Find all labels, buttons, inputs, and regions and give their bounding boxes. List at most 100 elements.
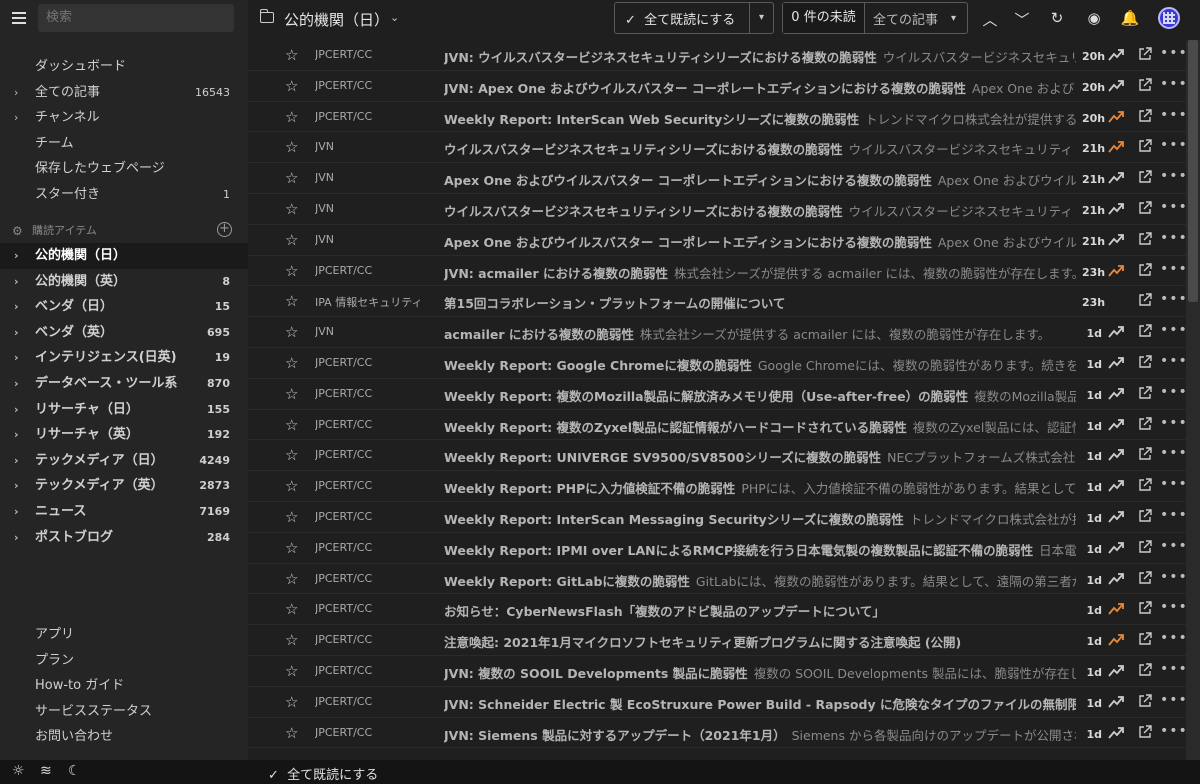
external-link-icon[interactable] [1138,47,1152,61]
sidebar-item[interactable]: › テックメディア（日） 4249 [0,448,248,474]
chevron-up-icon[interactable]: ︿ [980,9,1000,30]
trending-icon[interactable] [1108,664,1124,678]
sidebar-item[interactable]: › チャンネル [0,105,248,131]
external-link-icon[interactable] [1138,694,1152,708]
star-icon[interactable]: ☆ [285,693,298,711]
chevron-right-icon[interactable]: › [14,473,19,499]
more-icon[interactable]: ••• [1160,507,1186,523]
more-icon[interactable]: ••• [1160,415,1186,431]
star-icon[interactable]: ☆ [285,138,298,156]
article-row[interactable]: ☆ JPCERT/CC お知らせ：CyberNewsFlash「複数のアドビ製品のア… [248,594,1186,626]
trending-icon[interactable] [1108,510,1124,524]
trending-icon[interactable] [1108,325,1124,339]
external-link-icon[interactable] [1138,509,1152,523]
star-icon[interactable]: ☆ [285,446,298,464]
article-text[interactable]: JVN: acmailer における複数の脆弱性 株式会社シーズが提供する acm… [444,263,1076,282]
all-articles-button[interactable]: 全ての記事 [865,9,951,28]
trending-icon[interactable] [1108,726,1124,740]
article-text[interactable]: JVN: Apex One およびウイルスバスター コーポレートエディションにお… [444,78,1076,97]
article-text[interactable]: JVN: Siemens 製品に対するアップデート（2021年1月） Siemen… [444,725,1076,744]
star-icon[interactable]: ☆ [285,539,298,557]
chevron-right-icon[interactable]: › [14,243,19,269]
article-row[interactable]: ☆ JPCERT/CC JVN: Schneider Electric 製 EcoS… [248,687,1186,718]
more-icon[interactable]: ••• [1160,230,1186,246]
sidebar-item[interactable]: › リサーチャ（日） 155 [0,397,248,423]
sidebar-item[interactable]: › 公的機関（日） [0,243,248,269]
external-link-icon[interactable] [1138,724,1152,739]
scrollbar[interactable] [1186,40,1200,760]
external-link-icon[interactable] [1138,355,1152,369]
star-icon[interactable]: ☆ [285,385,298,403]
external-link-icon[interactable] [1138,139,1152,153]
star-icon[interactable]: ☆ [285,354,298,372]
more-icon[interactable]: ••• [1160,353,1186,369]
article-text[interactable]: Weekly Report: Google Chromeに複数の脆弱性 Googl… [444,355,1076,374]
star-icon[interactable]: ☆ [285,477,298,495]
star-icon[interactable]: ☆ [285,570,298,588]
chevron-right-icon[interactable]: › [14,525,19,551]
sidebar-item[interactable]: › 公的機関（英） 8 [0,269,248,295]
sidebar-item[interactable]: お問い合わせ [0,724,248,750]
external-link-icon[interactable] [1138,201,1152,215]
article-row[interactable]: ☆ JPCERT/CC JVN: Siemens 製品に対するアップデート（2021… [248,718,1186,749]
article-row[interactable]: ☆ JPCERT/CC JVN: acmailer における複数の脆弱性 株式会社シー… [248,256,1186,287]
trending-icon[interactable] [1108,602,1124,616]
article-row[interactable]: ☆ JPCERT/CC 注意喚起: 2021年1月マイクロソフトセキュリティ更新プロ… [248,625,1186,656]
article-text[interactable]: ウイルスバスタービジネスセキュリティシリーズにおける複数の脆弱性 ウイルスバスター… [444,139,1076,158]
trending-icon[interactable] [1108,202,1124,216]
trending-icon[interactable] [1108,572,1124,586]
more-icon[interactable]: ••• [1160,261,1186,277]
external-link-icon[interactable] [1138,447,1152,461]
more-icon[interactable]: ••• [1160,45,1186,61]
bell-icon[interactable]: 🔔 [1120,9,1140,27]
trending-icon[interactable] [1108,79,1124,93]
sidebar-item[interactable]: › データベース・ツール系 870 [0,371,248,397]
sidebar-item[interactable]: How-to ガイド [0,673,248,699]
external-link-icon[interactable] [1138,108,1152,123]
more-icon[interactable]: ••• [1160,384,1186,400]
more-icon[interactable]: ••• [1160,107,1186,123]
trending-icon[interactable] [1108,479,1124,493]
more-icon[interactable]: ••• [1160,538,1186,554]
trending-icon[interactable] [1108,110,1124,124]
trending-icon[interactable] [1108,140,1124,154]
external-link-icon[interactable] [1138,324,1152,338]
trending-icon[interactable] [1108,633,1124,647]
article-row[interactable]: ☆ JPCERT/CC Weekly Report: InterScan Web S… [248,102,1186,133]
more-icon[interactable]: ••• [1160,599,1186,615]
article-row[interactable]: ☆ JPCERT/CC Weekly Report: 複数のMozilla製品に解放… [248,379,1186,410]
article-row[interactable]: ☆ JPCERT/CC Weekly Report: IPMI over LANによ… [248,533,1186,564]
article-text[interactable]: お知らせ：CyberNewsFlash「複数のアドビ製品のアップデートについて」 [444,601,1076,620]
trending-icon[interactable] [1108,448,1124,462]
chevron-right-icon[interactable]: › [14,345,19,371]
more-icon[interactable]: ••• [1160,723,1186,739]
more-icon[interactable]: ••• [1160,322,1186,338]
article-text[interactable]: Weekly Report: GitLabに複数の脆弱性 GitLabには、複数の… [444,571,1076,590]
article-text[interactable]: JVN: ウイルスバスタービジネスセキュリティシリーズにおける複数の脆弱性 ウイル… [444,47,1076,66]
article-text[interactable]: ウイルスバスタービジネスセキュリティシリーズにおける複数の脆弱性 ウイルスバスター… [444,201,1076,220]
more-icon[interactable]: ••• [1160,445,1186,461]
article-row[interactable]: ☆ JVN ウイルスバスタービジネスセキュリティシリーズにおける複数の脆弱性 ウイルス… [248,132,1186,164]
chevron-down-icon[interactable]: ⌄ [390,11,399,24]
sidebar-item[interactable]: › ベンダ（日） 15 [0,294,248,320]
scroll-thumb[interactable] [1188,40,1198,302]
menu-icon[interactable] [12,12,26,24]
external-link-icon[interactable] [1138,78,1152,92]
star-icon[interactable]: ☆ [285,508,298,526]
external-link-icon[interactable] [1138,632,1152,646]
article-row[interactable]: ☆ JVN ウイルスバスタービジネスセキュリティシリーズにおける複数の脆弱性 ウイルス… [248,194,1186,225]
chevron-down-icon[interactable]: ﹀ [1012,9,1032,30]
more-icon[interactable]: ••• [1160,76,1186,92]
article-row[interactable]: ☆ JPCERT/CC JVN: ウイルスバスタービジネスセキュリティシリーズにおけ… [248,40,1186,71]
star-icon[interactable]: ☆ [285,323,298,341]
more-icon[interactable]: ••• [1160,692,1186,708]
chevron-right-icon[interactable]: › [14,422,19,448]
article-text[interactable]: Weekly Report: PHPに入力値検証不備の脆弱性 PHPには、入力値検… [444,478,1076,497]
avatar[interactable] [1158,7,1180,29]
more-icon[interactable]: ••• [1160,137,1186,153]
article-row[interactable]: ☆ JPCERT/CC JVN: Apex One およびウイルスバスター コーポレ… [248,71,1186,102]
external-link-icon[interactable] [1138,663,1152,677]
article-row[interactable]: ☆ JPCERT/CC Weekly Report: GitLabに複数の脆弱性 Gi… [248,564,1186,595]
sidebar-item[interactable]: 保存したウェブページ [0,156,248,182]
chevron-right-icon[interactable]: › [14,397,19,423]
